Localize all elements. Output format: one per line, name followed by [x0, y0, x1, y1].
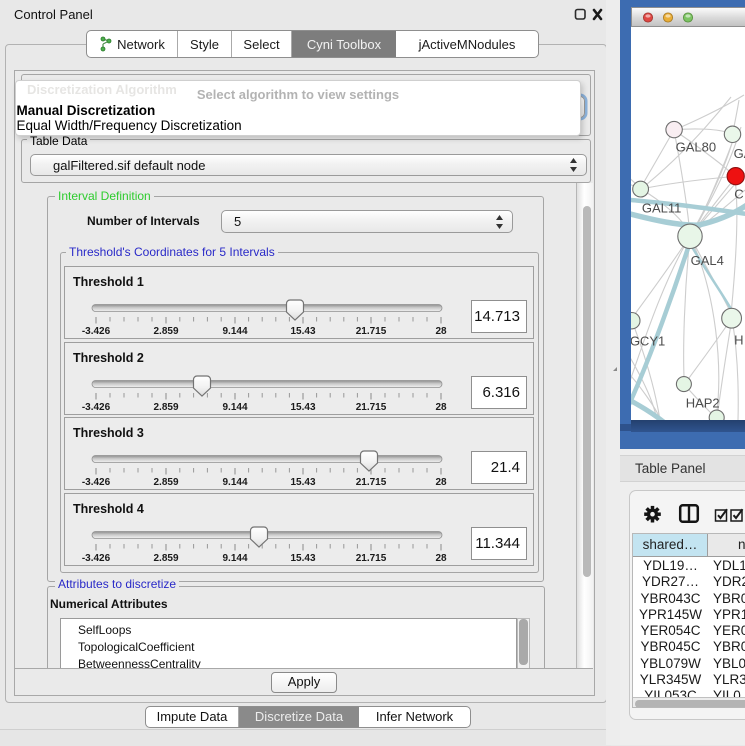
svg-text:C: C [734, 187, 743, 202]
svg-text:GAL4: GAL4 [691, 253, 724, 268]
svg-text:HAP2: HAP2 [686, 396, 720, 411]
svg-text:GAL11: GAL11 [642, 201, 682, 216]
svg-text:GA: GA [734, 146, 745, 161]
svg-text:GCY1: GCY1 [631, 334, 665, 349]
svg-text:H: H [734, 332, 743, 347]
svg-text:GAL80: GAL80 [676, 140, 716, 155]
